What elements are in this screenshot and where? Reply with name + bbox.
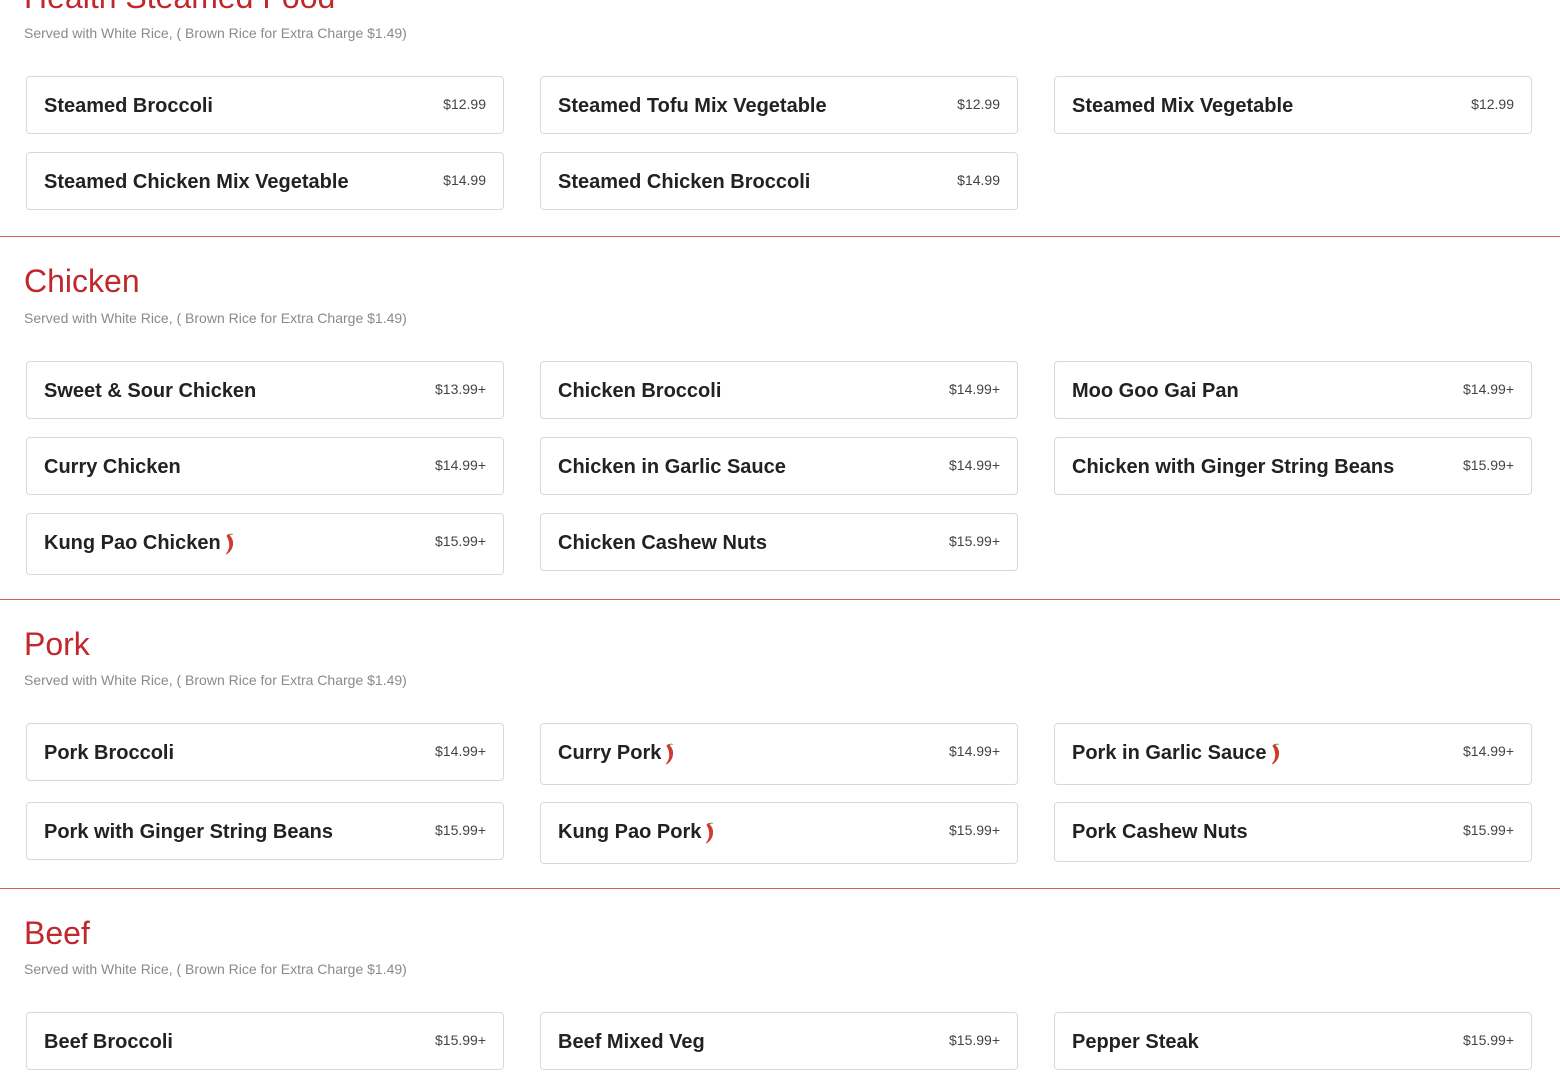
menu-item-price: $15.99+ [1463, 822, 1514, 838]
menu-item-price: $12.99 [443, 96, 486, 112]
menu-item-name: Beef Mixed Veg [558, 1031, 705, 1053]
menu-item-name: Beef Broccoli [44, 1031, 173, 1053]
chili-pepper-icon [1271, 743, 1281, 765]
menu-item-name-wrap: Kung Pao Chicken [44, 531, 235, 555]
menu-item-card[interactable]: Pork with Ginger String Beans $15.99+ [26, 802, 504, 860]
menu-item-card[interactable]: Beef Broccoli $15.99+ [26, 1012, 504, 1070]
menu-item-card[interactable]: Steamed Mix Vegetable $12.99 [1054, 76, 1532, 134]
menu-item-price: $14.99+ [435, 457, 486, 473]
chili-pepper-icon [225, 533, 235, 555]
menu-item-name: Sweet & Sour Chicken [44, 380, 257, 402]
menu-item-name: Chicken in Garlic Sauce [558, 456, 786, 478]
menu-item-price: $14.99+ [1463, 743, 1514, 759]
menu-item-price: $14.99+ [949, 743, 1000, 759]
menu-item-price: $15.99+ [435, 1032, 486, 1048]
menu-item-name: Chicken Broccoli [558, 380, 722, 402]
menu-item-price: $14.99+ [949, 457, 1000, 473]
section-divider [0, 236, 1560, 237]
menu-item-card[interactable]: Pork Cashew Nuts $15.99+ [1054, 802, 1532, 862]
menu-item-name: Steamed Chicken Broccoli [558, 171, 811, 193]
menu-item-price: $15.99+ [435, 533, 486, 549]
menu-item-card[interactable]: Moo Goo Gai Pan $14.99+ [1054, 361, 1532, 419]
menu-item-card[interactable]: Steamed Chicken Broccoli $14.99 [540, 152, 1018, 210]
section-title: Pork [24, 626, 90, 662]
section-note: Served with White Rice, ( Brown Rice for… [24, 25, 407, 41]
menu-item-name: Steamed Chicken Mix Vegetable [44, 171, 349, 193]
menu-item-price: $12.99 [1471, 96, 1514, 112]
menu-item-card[interactable]: Steamed Broccoli $12.99 [26, 76, 504, 134]
menu-item-price: $15.99+ [949, 822, 1000, 838]
menu-item-name: Moo Goo Gai Pan [1072, 380, 1239, 402]
menu-item-name: Kung Pao Chicken [44, 532, 221, 554]
chili-pepper-icon [665, 743, 675, 765]
menu-item-price: $15.99+ [949, 533, 1000, 549]
menu-item-card[interactable]: Curry Chicken $14.99+ [26, 437, 504, 495]
menu-item-name: Chicken with Ginger String Beans [1072, 456, 1395, 478]
menu-item-price: $15.99+ [1463, 457, 1514, 473]
menu-item-price: $15.99+ [435, 822, 486, 838]
section-title: Beef [24, 915, 90, 951]
menu-item-name-wrap: Pork in Garlic Sauce [1072, 741, 1281, 765]
menu-item-name: Steamed Tofu Mix Vegetable [558, 95, 827, 117]
section-note: Served with White Rice, ( Brown Rice for… [24, 672, 407, 688]
menu-item-price: $13.99+ [435, 381, 486, 397]
menu-item-price: $14.99+ [1463, 381, 1514, 397]
menu-item-card[interactable]: Pork in Garlic Sauce $14.99+ [1054, 723, 1532, 785]
menu-item-card[interactable]: Sweet & Sour Chicken $13.99+ [26, 361, 504, 419]
menu-item-name: Pork Cashew Nuts [1072, 821, 1248, 843]
menu-item-card[interactable]: Steamed Tofu Mix Vegetable $12.99 [540, 76, 1018, 134]
menu-item-name-wrap: Curry Pork [558, 741, 675, 765]
menu-item-name: Pepper Steak [1072, 1031, 1199, 1053]
chili-pepper-icon [705, 822, 715, 844]
menu-item-name: Pork in Garlic Sauce [1072, 742, 1267, 764]
menu-item-card[interactable]: Chicken Broccoli $14.99+ [540, 361, 1018, 419]
menu-item-card[interactable]: Pepper Steak $15.99+ [1054, 1012, 1532, 1070]
menu-item-card[interactable]: Chicken in Garlic Sauce $14.99+ [540, 437, 1018, 495]
section-note: Served with White Rice, ( Brown Rice for… [24, 310, 407, 326]
menu-item-card[interactable]: Curry Pork $14.99+ [540, 723, 1018, 785]
menu-item-card[interactable]: Chicken Cashew Nuts $15.99+ [540, 513, 1018, 571]
menu-item-name: Steamed Broccoli [44, 95, 213, 117]
menu-item-price: $15.99+ [949, 1032, 1000, 1048]
menu-item-price: $15.99+ [1463, 1032, 1514, 1048]
menu-item-card[interactable]: Steamed Chicken Mix Vegetable $14.99 [26, 152, 504, 210]
menu-item-name: Curry Pork [558, 742, 662, 764]
menu-item-price: $14.99+ [435, 743, 486, 759]
menu-item-card[interactable]: Beef Mixed Veg $15.99+ [540, 1012, 1018, 1070]
menu-item-name: Chicken Cashew Nuts [558, 532, 767, 554]
menu-item-card[interactable]: Kung Pao Pork $15.99+ [540, 802, 1018, 864]
section-divider [0, 888, 1560, 889]
menu-item-price: $14.99 [957, 172, 1000, 188]
menu-item-price: $14.99+ [949, 381, 1000, 397]
menu-item-name-wrap: Kung Pao Pork [558, 820, 715, 844]
menu-item-name: Pork Broccoli [44, 742, 175, 764]
menu-item-card[interactable]: Kung Pao Chicken $15.99+ [26, 513, 504, 575]
menu-item-card[interactable]: Pork Broccoli $14.99+ [26, 723, 504, 781]
menu-item-name: Kung Pao Pork [558, 821, 702, 843]
menu-item-name: Steamed Mix Vegetable [1072, 95, 1294, 117]
menu-item-card[interactable]: Chicken with Ginger String Beans $15.99+ [1054, 437, 1532, 495]
menu-item-name: Curry Chicken [44, 456, 181, 478]
section-title: Chicken [24, 263, 140, 299]
menu-item-name: Pork with Ginger String Beans [44, 821, 333, 843]
section-note: Served with White Rice, ( Brown Rice for… [24, 961, 407, 977]
menu-item-price: $12.99 [957, 96, 1000, 112]
section-divider [0, 599, 1560, 600]
section-title: Health Steamed Food [24, 0, 335, 16]
menu-item-price: $14.99 [443, 172, 486, 188]
